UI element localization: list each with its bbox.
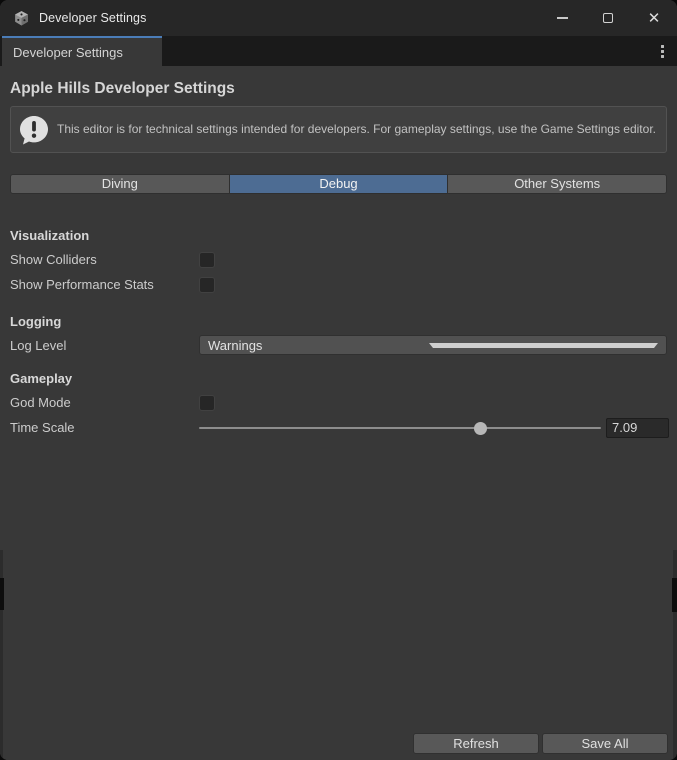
- show-performance-stats-row: Show Performance Stats: [10, 272, 667, 297]
- god-mode-label: God Mode: [10, 395, 199, 410]
- show-colliders-row: Show Colliders: [10, 247, 667, 272]
- window-controls: ✕: [539, 0, 677, 36]
- section-visualization: Visualization: [10, 228, 667, 244]
- category-toolbar: Diving Debug Other Systems: [10, 174, 667, 194]
- time-scale-slider[interactable]: [199, 420, 601, 436]
- close-icon: ✕: [648, 11, 661, 26]
- show-performance-stats-label: Show Performance Stats: [10, 277, 199, 292]
- info-text: This editor is for technical settings in…: [57, 122, 656, 137]
- minimize-icon: [557, 17, 568, 19]
- god-mode-checkbox[interactable]: [199, 395, 215, 411]
- left-edge-dark-segment: [0, 578, 4, 610]
- window-title: Developer Settings: [39, 11, 146, 25]
- maximize-icon: [603, 13, 613, 23]
- section-logging: Logging: [10, 314, 667, 330]
- show-performance-stats-checkbox[interactable]: [199, 277, 215, 293]
- maximize-button[interactable]: [585, 0, 631, 36]
- tab-developer-settings[interactable]: Developer Settings: [2, 36, 162, 66]
- god-mode-row: God Mode: [10, 390, 667, 415]
- tab-diving[interactable]: Diving: [11, 175, 230, 193]
- page-title: Apple Hills Developer Settings: [10, 80, 667, 98]
- footer-buttons: Refresh Save All: [413, 733, 668, 754]
- kebab-menu-icon[interactable]: [647, 36, 677, 66]
- log-level-dropdown[interactable]: Warnings: [199, 335, 667, 355]
- slider-thumb[interactable]: [474, 422, 487, 435]
- unity-cube-icon: [13, 10, 30, 27]
- tab-debug[interactable]: Debug: [230, 175, 449, 193]
- dock-tab-bar: Developer Settings: [0, 36, 677, 66]
- time-scale-value-field[interactable]: [606, 418, 669, 438]
- info-helpbox: This editor is for technical settings in…: [10, 106, 667, 153]
- window-titlebar[interactable]: Developer Settings ✕: [0, 0, 677, 36]
- info-bubble-icon: [18, 114, 50, 146]
- section-gameplay: Gameplay: [10, 371, 667, 387]
- minimize-button[interactable]: [539, 0, 585, 36]
- slider-track[interactable]: [199, 427, 601, 429]
- show-colliders-label: Show Colliders: [10, 252, 199, 267]
- right-edge-dark-segment: [672, 578, 677, 612]
- log-level-label: Log Level: [10, 338, 199, 353]
- content-area: Apple Hills Developer Settings This edit…: [0, 66, 677, 760]
- close-button[interactable]: ✕: [631, 0, 677, 36]
- time-scale-row: Time Scale: [10, 415, 667, 440]
- show-colliders-checkbox[interactable]: [199, 252, 215, 268]
- tab-other-systems[interactable]: Other Systems: [448, 175, 666, 193]
- refresh-button[interactable]: Refresh: [413, 733, 539, 754]
- chevron-down-icon: [429, 343, 658, 348]
- time-scale-label: Time Scale: [10, 420, 199, 435]
- log-level-value: Warnings: [208, 338, 429, 353]
- tab-label: Developer Settings: [13, 45, 123, 60]
- developer-settings-window: Developer Settings ✕ Developer Settings …: [0, 0, 677, 760]
- save-all-button[interactable]: Save All: [542, 733, 668, 754]
- log-level-row: Log Level Warnings: [10, 333, 667, 357]
